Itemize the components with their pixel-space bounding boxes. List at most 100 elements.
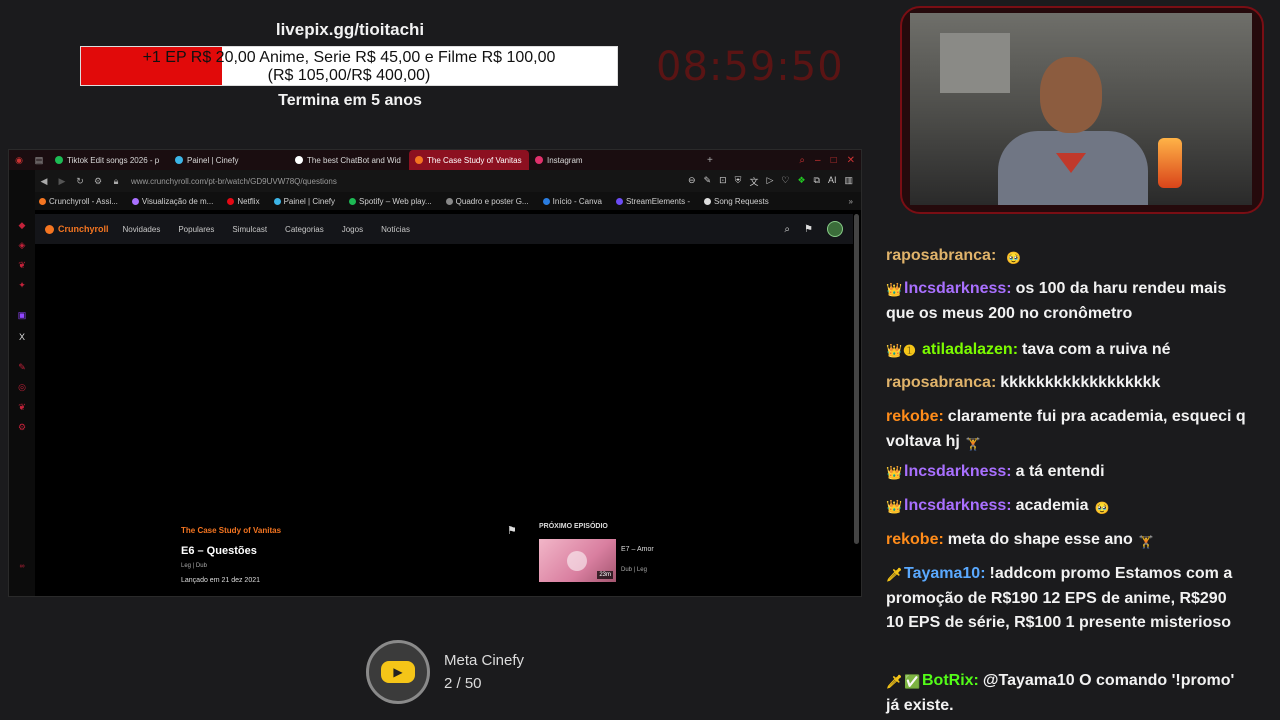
search-tabs-icon[interactable]: ⌕ [799, 155, 805, 166]
crunchyroll-logo-text: Crunchyroll [58, 224, 109, 234]
tab-1[interactable]: Painel | Cinefy [169, 150, 289, 170]
chat-username[interactable]: atiladalazen: [922, 341, 1018, 358]
tab-3[interactable]: The Case Study of Vanitas [409, 150, 529, 170]
next-episode-thumbnail[interactable]: 23m [539, 539, 616, 582]
crunchyroll-nav: Crunchyroll Novidades Populares Simulcast C… [35, 214, 853, 244]
search-icon[interactable]: ⌕ [784, 224, 790, 235]
chat-badge-icon: ➊ [904, 343, 915, 358]
extension-icon[interactable]: ❖ [797, 175, 805, 188]
bookmark-item[interactable]: StreamElements - [615, 196, 690, 206]
bookmark-label: Painel | Cinefy [283, 196, 336, 206]
sidebar-app-icon[interactable]: ✦ [17, 280, 27, 290]
x-icon[interactable]: X [17, 332, 27, 342]
webcam-lamp [1158, 138, 1182, 188]
chat-message: 👑 lncsdarkness: a tá entendi [886, 460, 1246, 485]
chat-message: 👑 lncsdarkness: os 100 da haru rendeu mais… [886, 277, 1246, 326]
sidebar-more-icon[interactable]: ∞ [17, 562, 27, 572]
bookmark-label: StreamElements - [625, 196, 690, 206]
crunchyroll-logo[interactable]: Crunchyroll [35, 224, 109, 234]
sidebar-toggle-icon[interactable]: ▥ [844, 175, 853, 188]
nav-link[interactable]: Categorias [285, 225, 324, 234]
next-episode-title[interactable]: E7 – Amor [621, 546, 654, 553]
favorite-icon[interactable]: ♡ [781, 175, 789, 188]
scrollbar[interactable] [854, 214, 859, 544]
sidebar-app-icon[interactable]: ❦ [17, 260, 27, 270]
shield-icon[interactable]: ⛨ [735, 175, 742, 188]
sidebar-app-icon[interactable]: ✎ [17, 362, 27, 372]
chat-username[interactable]: BotRix: [922, 672, 979, 689]
bookmark-icon[interactable]: ⚑ [507, 524, 519, 538]
bookmark-label: Quadro e poster G... [455, 196, 529, 206]
crunchyroll-nav-actions: ⌕ ⚑ [784, 221, 853, 237]
bookmark-item[interactable]: Painel | Cinefy [273, 196, 336, 206]
chat-username[interactable]: raposabranca: [886, 247, 996, 264]
chat-emote-icon: 🏋 [965, 436, 981, 451]
chat-username[interactable]: rekobe: [886, 408, 944, 425]
bookmark-label: Spotify – Web play... [359, 196, 432, 206]
bookmark-item[interactable]: Song Requests [704, 197, 769, 206]
chat-message: rekobe: claramente fui pra academia, esqu… [886, 405, 1246, 454]
chat-username[interactable]: lncsdarkness: [904, 463, 1012, 480]
chat-username[interactable]: Tayama10: [904, 565, 986, 582]
close-icon[interactable]: ✕ [847, 155, 855, 166]
sidebar-app-icon[interactable]: ⚙ [17, 422, 27, 432]
nav-link[interactable]: Simulcast [232, 225, 267, 234]
ai-icon[interactable]: AI [828, 175, 837, 188]
more-bookmarks-icon[interactable]: » [849, 197, 861, 206]
cinefy-logo: ▶ [366, 640, 430, 704]
sidebar-app-icon[interactable]: ◆ [17, 220, 27, 230]
bookmark-item[interactable]: Spotify – Web play... [349, 197, 432, 206]
bookmark-item[interactable]: Netflix [227, 196, 260, 206]
chat-text: tava com a ruiva né [1022, 341, 1171, 358]
tab-list-icon[interactable]: ▤ [29, 150, 49, 170]
zoom-icon[interactable]: ⊖ [688, 175, 696, 188]
bookmark-icon[interactable]: ⚑ [804, 224, 813, 235]
bookmark-label: Início - Canva [552, 196, 602, 206]
episode-series[interactable]: The Case Study of Vanitas [181, 526, 281, 535]
bookmark-label: Netflix [237, 196, 260, 206]
extensions-icon[interactable]: ⧉ [814, 175, 820, 188]
cinefy-icon [175, 156, 183, 164]
chat-badge-icon: 👑 [886, 343, 903, 358]
tab-0[interactable]: Tiktok Edit songs 2026 - p [49, 150, 169, 170]
chat-username[interactable]: lncsdarkness: [904, 280, 1012, 297]
bookmark-item[interactable]: Início - Canva [542, 196, 602, 206]
chat-username[interactable]: rekobe: [886, 531, 944, 548]
nav-link[interactable]: Jogos [342, 225, 363, 234]
screenshot-icon[interactable]: ⊡ [719, 175, 727, 188]
sidebar-app-icon[interactable]: ◎ [17, 382, 27, 392]
browser-menu-icon[interactable]: ◉ [9, 150, 29, 170]
sidebar-app-icon[interactable]: ❦ [17, 402, 27, 412]
reload-icon[interactable]: ↻ [71, 176, 89, 187]
chat-username[interactable]: lncsdarkness: [904, 497, 1012, 514]
pin-icon[interactable]: ✎ [704, 175, 712, 188]
maximize-icon[interactable]: □ [831, 155, 837, 166]
bot-icon [295, 156, 303, 164]
twitch-icon[interactable]: ▣ [17, 310, 27, 320]
chat-badge-icon: 🗡 [886, 674, 903, 689]
sidebar-app-icon[interactable]: ◈ [17, 240, 27, 250]
tab-label: The best ChatBot and Wid [307, 155, 401, 165]
back-icon[interactable]: ◀ [35, 176, 53, 187]
tab-4[interactable]: Instagram [529, 150, 649, 170]
bookmark-item[interactable]: Quadro e poster G... [445, 196, 529, 206]
nav-link[interactable]: Populares [178, 225, 214, 234]
spotify-icon [55, 156, 63, 164]
forward-icon[interactable]: ▶ [53, 176, 71, 187]
play-icon[interactable]: ▷ [766, 175, 773, 188]
url-field[interactable]: www.crunchyroll.com/pt-br/watch/GD9UVW78… [131, 177, 337, 186]
webcam-person-head [1040, 57, 1102, 133]
avatar[interactable] [827, 221, 843, 237]
nav-link[interactable]: Novidades [123, 225, 161, 234]
bookmark-label: Song Requests [714, 196, 769, 206]
translate-icon[interactable]: 文 [749, 175, 758, 188]
tab-2[interactable]: The best ChatBot and Wid [289, 150, 409, 170]
nav-link[interactable]: Notícias [381, 225, 410, 234]
chat-username[interactable]: raposabranca: [886, 374, 996, 391]
minimize-icon[interactable]: – [815, 155, 821, 166]
next-episode-duration: 23m [597, 571, 613, 579]
bookmark-item[interactable]: Crunchyroll - Assi... [39, 197, 118, 206]
site-settings-icon[interactable]: ⚙ [89, 176, 107, 187]
new-tab-icon[interactable]: + [707, 155, 713, 166]
bookmark-item[interactable]: Visualização de m... [131, 197, 213, 206]
